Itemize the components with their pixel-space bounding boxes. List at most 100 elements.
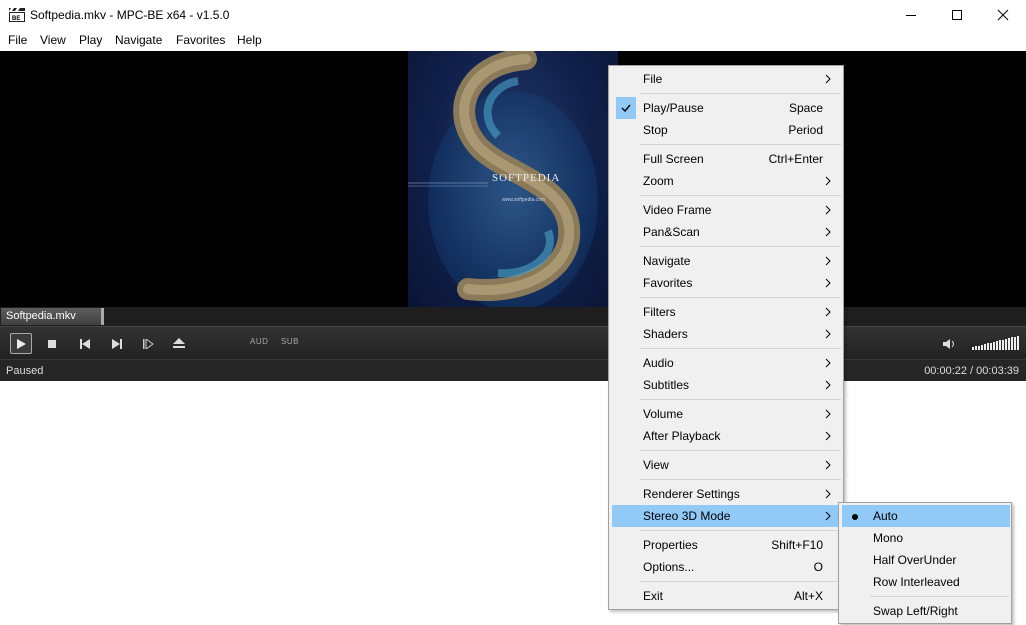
- menu-help[interactable]: Help: [237, 33, 262, 47]
- menu-separator: [640, 246, 841, 247]
- audio-track-button[interactable]: AUD: [250, 337, 268, 346]
- ctx-file[interactable]: File: [612, 68, 840, 90]
- eject-icon: [173, 338, 185, 348]
- maximize-button[interactable]: [934, 0, 980, 30]
- volume-bar: [993, 342, 995, 350]
- chevron-right-icon: [825, 511, 831, 521]
- ctx-navigate[interactable]: Navigate: [612, 250, 840, 272]
- playlist-tab-label: Softpedia.mkv: [6, 310, 76, 322]
- menu-view[interactable]: View: [40, 33, 66, 47]
- menu-separator: [640, 297, 841, 298]
- ctx-options[interactable]: Options... O: [612, 556, 840, 578]
- stereo-half-over-under[interactable]: Half OverUnder: [842, 549, 1010, 571]
- next-button[interactable]: [106, 333, 128, 354]
- stereo-3d-submenu: Auto Mono Half OverUnder Row Interleaved…: [838, 502, 1012, 624]
- eject-button[interactable]: [168, 333, 190, 354]
- menu-play[interactable]: Play: [79, 33, 102, 47]
- clapperboard-icon: BE: [9, 8, 25, 22]
- chevron-right-icon: [825, 409, 831, 419]
- menu-favorites[interactable]: Favorites: [176, 33, 225, 47]
- ctx-audio[interactable]: Audio: [612, 352, 840, 374]
- chevron-right-icon: [825, 431, 831, 441]
- minimize-button[interactable]: [888, 0, 934, 30]
- video-area[interactable]: SOFTPEDIA www.softpedia.com: [0, 51, 1026, 307]
- checkmark-icon: [616, 97, 636, 119]
- speaker-icon: [943, 338, 954, 349]
- close-button[interactable]: [980, 0, 1026, 30]
- window-title: Softpedia.mkv - MPC-BE x64 - v1.5.0: [30, 8, 230, 22]
- mpc-be-window: BE Softpedia.mkv - MPC-BE x64 - v1.5.0 F…: [0, 0, 1026, 625]
- volume-bar: [1008, 338, 1010, 350]
- volume-bar: [999, 340, 1001, 350]
- stop-button[interactable]: [41, 333, 63, 354]
- volume-bar: [975, 346, 977, 350]
- menu-bar: File View Play Navigate Favorites Help: [0, 30, 1026, 51]
- volume-bar: [972, 347, 974, 350]
- ctx-filters[interactable]: Filters: [612, 301, 840, 323]
- ctx-video-frame[interactable]: Video Frame: [612, 199, 840, 221]
- stereo-row-interleaved[interactable]: Row Interleaved: [842, 571, 1010, 593]
- video-watermark-url: www.softpedia.com: [502, 197, 546, 203]
- volume-bar: [978, 346, 980, 350]
- ctx-after-playback[interactable]: After Playback: [612, 425, 840, 447]
- ctx-exit[interactable]: Exit Alt+X: [612, 585, 840, 607]
- volume-bar: [984, 344, 986, 350]
- ctx-zoom[interactable]: Zoom: [612, 170, 840, 192]
- menu-separator: [870, 596, 1009, 597]
- stereo-swap-left-right[interactable]: Swap Left/Right: [842, 600, 1010, 622]
- ctx-full-screen[interactable]: Full Screen Ctrl+Enter: [612, 148, 840, 170]
- chevron-right-icon: [825, 176, 831, 186]
- previous-button[interactable]: [74, 333, 96, 354]
- menu-separator: [640, 479, 841, 480]
- ctx-favorites[interactable]: Favorites: [612, 272, 840, 294]
- ctx-renderer-settings[interactable]: Renderer Settings: [612, 483, 840, 505]
- ctx-volume[interactable]: Volume: [612, 403, 840, 425]
- menu-separator: [640, 144, 841, 145]
- video-watermark: SOFTPEDIA: [492, 172, 561, 184]
- play-icon: [17, 338, 26, 349]
- ctx-view[interactable]: View: [612, 454, 840, 476]
- chevron-right-icon: [825, 329, 831, 339]
- chevron-right-icon: [825, 256, 831, 266]
- frame-step-button[interactable]: [137, 333, 159, 354]
- ctx-stereo-3d-mode[interactable]: Stereo 3D Mode: [612, 505, 840, 527]
- stereo-auto[interactable]: Auto: [842, 505, 1010, 527]
- skip-forward-icon: [112, 338, 122, 349]
- volume-bar: [981, 345, 983, 350]
- ctx-shaders[interactable]: Shaders: [612, 323, 840, 345]
- ctx-subtitles[interactable]: Subtitles: [612, 374, 840, 396]
- ctx-pan-scan[interactable]: Pan&Scan: [612, 221, 840, 243]
- mute-button[interactable]: [938, 333, 960, 354]
- menu-separator: [640, 450, 841, 451]
- chevron-right-icon: [825, 489, 831, 499]
- menu-navigate[interactable]: Navigate: [115, 33, 162, 47]
- playlist-tab-strip: Softpedia.mkv: [0, 307, 1026, 326]
- menu-separator: [640, 348, 841, 349]
- subtitle-track-button[interactable]: SUB: [281, 337, 299, 346]
- playback-controls: AUD SUB: [0, 326, 1026, 359]
- menu-separator: [640, 399, 841, 400]
- chevron-right-icon: [825, 460, 831, 470]
- volume-bar: [987, 343, 989, 350]
- menu-separator: [640, 530, 841, 531]
- skip-back-icon: [80, 338, 90, 349]
- ctx-stop[interactable]: Stop Period: [612, 119, 840, 141]
- play-button[interactable]: [10, 333, 32, 354]
- ctx-play-pause[interactable]: Play/Pause Space: [612, 97, 840, 119]
- title-bar[interactable]: BE Softpedia.mkv - MPC-BE x64 - v1.5.0: [0, 0, 1026, 30]
- chevron-right-icon: [825, 380, 831, 390]
- stereo-mono[interactable]: Mono: [842, 527, 1010, 549]
- playlist-tab[interactable]: Softpedia.mkv: [1, 308, 104, 325]
- volume-bar: [990, 343, 992, 350]
- video-frame: SOFTPEDIA www.softpedia.com: [408, 51, 618, 307]
- stop-icon: [48, 339, 56, 348]
- maximize-icon: [952, 10, 962, 20]
- volume-slider[interactable]: [972, 336, 1019, 350]
- menu-file[interactable]: File: [8, 33, 27, 47]
- chevron-right-icon: [825, 358, 831, 368]
- volume-bar: [1005, 339, 1007, 350]
- ctx-properties[interactable]: Properties Shift+F10: [612, 534, 840, 556]
- context-menu: File Play/Pause Space Stop Period Full S…: [608, 65, 844, 610]
- volume-bar: [996, 341, 998, 350]
- chevron-right-icon: [825, 227, 831, 237]
